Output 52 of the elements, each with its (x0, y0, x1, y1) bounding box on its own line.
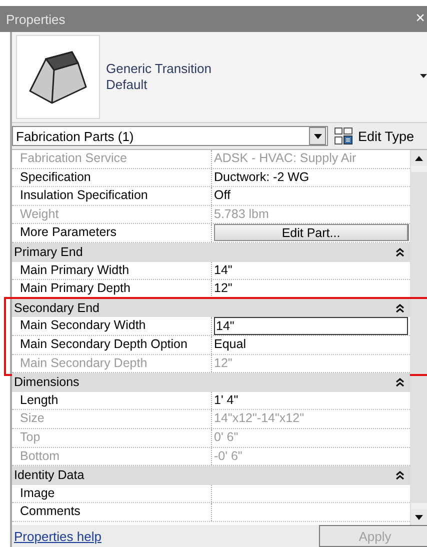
property-value: 1' 4" (214, 392, 238, 409)
property-name: Fabrication Service (12, 150, 212, 168)
close-button[interactable]: × (416, 11, 425, 27)
property-value: 12" (214, 354, 232, 372)
type-name: Default (106, 77, 148, 93)
filter-dropdown[interactable]: Fabrication Parts (1) (12, 126, 328, 146)
scroll-down-icon[interactable] (415, 514, 423, 520)
property-name: Main Primary Depth (12, 280, 212, 298)
scroll-up-icon[interactable] (415, 156, 423, 160)
property-name: Weight (12, 206, 212, 224)
edit-type-icon (334, 127, 354, 145)
property-name: Main Secondary Width (12, 317, 212, 335)
property-name: Comments (12, 503, 212, 521)
property-name: Image (12, 484, 212, 502)
collapse-icon[interactable] (396, 470, 404, 480)
group-header[interactable]: Secondary End (12, 298, 410, 318)
property-value: Off (214, 187, 230, 204)
property-name: More Parameters (12, 224, 212, 242)
property-name: Bottom (12, 448, 212, 466)
property-name: Main Secondary Depth (12, 354, 212, 372)
property-value: 12" (214, 280, 232, 298)
edit-part-button[interactable]: Edit Part... (214, 224, 409, 241)
property-name: Main Primary Width (12, 262, 212, 280)
property-value: Ductwork: -2 WG (214, 168, 310, 186)
group-header[interactable]: Dimensions (12, 373, 410, 392)
property-value: Equal (214, 336, 246, 353)
value-field[interactable]: 14" (214, 317, 408, 335)
type-selector[interactable]: Generic Transition Default (12, 32, 427, 123)
property-value: 5.783 lbm (214, 206, 269, 223)
family-name: Generic Transition (106, 61, 212, 77)
help-link[interactable]: Properties help (14, 528, 102, 544)
edit-type-button[interactable]: Edit Type (334, 127, 414, 145)
property-value: 0' 6" (214, 428, 238, 446)
property-name: Length (12, 392, 212, 410)
group-header[interactable]: Primary End (12, 242, 410, 262)
property-name: Size (12, 410, 212, 428)
collapse-icon[interactable] (396, 304, 404, 313)
property-value: -0' 6" (214, 448, 242, 464)
property-name: Insulation Specification (12, 187, 212, 205)
window-title: Properties (6, 12, 66, 26)
property-name: Specification (12, 168, 212, 186)
collapse-icon[interactable] (396, 378, 404, 387)
dropdown-arrow-icon[interactable] (314, 134, 322, 138)
scrollbar[interactable] (410, 150, 427, 525)
property-value: ADSK - HVAC: Supply Air (214, 150, 356, 167)
property-value: 14"x12"-14"x12" (214, 410, 304, 428)
collapse-icon[interactable] (396, 248, 404, 257)
property-name: Top (12, 428, 212, 446)
property-value: 14" (214, 262, 232, 279)
group-header[interactable]: Identity Data (12, 466, 410, 485)
dropdown-arrow-icon[interactable] (420, 74, 427, 79)
property-name: Main Secondary Depth Option (12, 336, 212, 354)
